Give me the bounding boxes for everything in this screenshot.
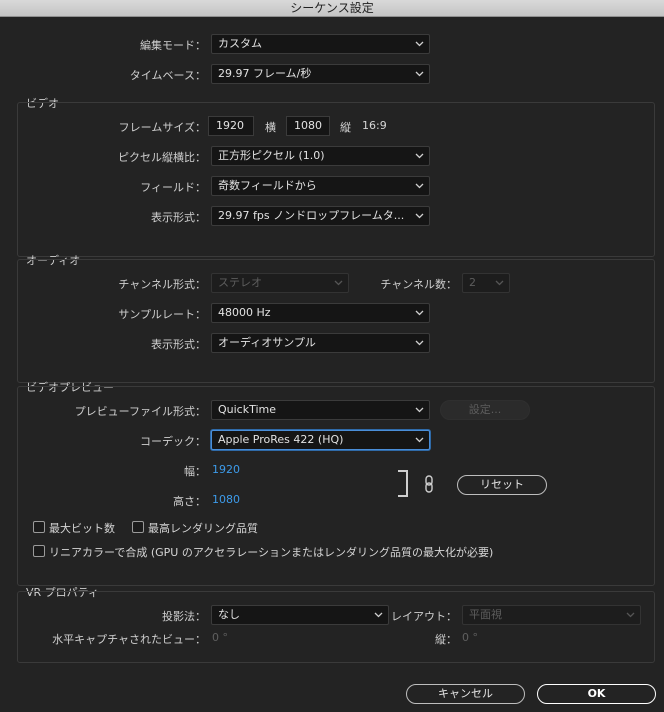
chevron-down-icon [413, 304, 425, 322]
preview-settings-button[interactable]: 設定... [440, 400, 530, 420]
chevron-down-icon [372, 606, 384, 624]
sample-rate-select[interactable]: 48000 Hz [211, 303, 430, 323]
h-capture-value[interactable]: 0 ° [212, 631, 228, 644]
vr-vertical-label: 縦： [435, 633, 457, 646]
codec-label: コーデック： [140, 435, 206, 448]
layout-select[interactable]: 平面視 [462, 605, 641, 625]
pixel-aspect-select[interactable]: 正方形ピクセル (1.0) [211, 146, 430, 166]
channel-format-select[interactable]: ステレオ [211, 273, 349, 293]
vr-section [17, 591, 655, 663]
projection-label: 投影法： [162, 610, 206, 623]
horizontal-label: 横 [265, 121, 276, 134]
edit-mode-select[interactable]: カスタム [211, 34, 430, 54]
chevron-down-icon [413, 207, 425, 225]
window-title: シーケンス設定 [290, 1, 374, 15]
reset-button[interactable]: リセット [457, 475, 547, 495]
chevron-down-icon [413, 35, 425, 53]
chevron-down-icon [413, 147, 425, 165]
preview-height-value[interactable]: 1080 [212, 493, 240, 506]
dialog-content: 編集モード： カスタム タイムベース： 29.97 フレーム/秒 ビデオ フレー… [0, 17, 664, 712]
preview-file-format-label: プレビューファイル形式： [74, 405, 206, 418]
max-render-quality-label: 最高レンダリング品質 [148, 522, 258, 535]
chevron-down-icon [624, 606, 636, 624]
ok-button[interactable]: OK [537, 684, 656, 704]
edit-mode-label: 編集モード： [140, 39, 206, 52]
preview-height-label: 高さ： [173, 495, 206, 508]
h-capture-label: 水平キャプチャされたビュー： [52, 633, 206, 646]
projection-select[interactable]: なし [211, 605, 389, 625]
linear-color-label: リニアカラーで合成 (GPU のアクセラレーションまたはレンダリング品質の最大化… [49, 546, 494, 559]
preview-width-label: 幅： [184, 465, 206, 478]
vr-vertical-value[interactable]: 0 ° [462, 631, 478, 644]
preview-width-value[interactable]: 1920 [212, 463, 240, 476]
cancel-button[interactable]: キャンセル [406, 684, 525, 704]
channel-count-select[interactable]: 2 [462, 273, 510, 293]
chevron-down-icon [413, 431, 425, 449]
channel-count-label: チャンネル数： [380, 278, 457, 291]
chevron-down-icon [493, 274, 505, 292]
layout-label: レイアウト： [391, 610, 457, 623]
audio-display-format-select[interactable]: オーディオサンプル [211, 333, 430, 353]
sample-rate-label: サンプルレート： [118, 308, 206, 321]
fields-select[interactable]: 奇数フィールドから [211, 176, 430, 196]
fields-label: フィールド： [140, 181, 206, 194]
frame-size-label: フレームサイズ： [118, 121, 206, 134]
frame-height-field[interactable]: 1080 [286, 116, 330, 136]
max-bit-depth-checkbox[interactable] [33, 521, 45, 533]
chevron-down-icon [413, 177, 425, 195]
timebase-label: タイムベース： [129, 69, 206, 82]
pixel-aspect-label: ピクセル縦横比： [118, 151, 206, 164]
video-display-format-label: 表示形式： [151, 211, 206, 224]
timebase-select[interactable]: 29.97 フレーム/秒 [211, 64, 430, 84]
video-display-format-select[interactable]: 29.97 fps ノンドロップフレームタ... [211, 206, 430, 226]
linear-color-checkbox[interactable] [33, 545, 45, 557]
chevron-down-icon [413, 65, 425, 83]
link-bracket [398, 470, 408, 497]
window-titlebar: シーケンス設定 [0, 0, 664, 17]
max-render-quality-checkbox[interactable] [132, 521, 144, 533]
preview-file-format-select[interactable]: QuickTime [211, 400, 430, 420]
link-icon[interactable] [424, 475, 434, 496]
max-bit-depth-label: 最大ビット数 [49, 522, 115, 535]
aspect-ratio: 16:9 [362, 119, 387, 132]
chevron-down-icon [413, 334, 425, 352]
codec-select[interactable]: Apple ProRes 422 (HQ) [211, 430, 430, 450]
chevron-down-icon [332, 274, 344, 292]
audio-display-format-label: 表示形式： [151, 338, 206, 351]
frame-width-field[interactable]: 1920 [208, 116, 254, 136]
chevron-down-icon [413, 401, 425, 419]
vertical-label: 縦 [340, 121, 351, 134]
channel-format-label: チャンネル形式： [118, 278, 206, 291]
